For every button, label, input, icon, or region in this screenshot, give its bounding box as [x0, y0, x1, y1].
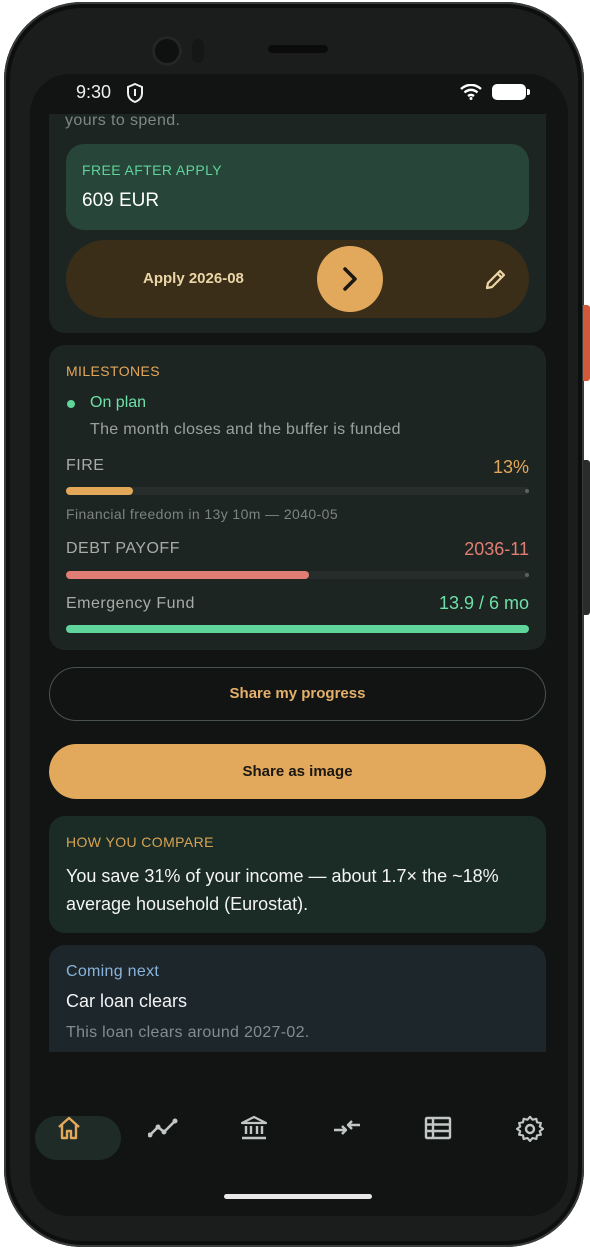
home-indicator[interactable]: [224, 1194, 372, 1199]
share-image-button[interactable]: Share as image: [49, 744, 546, 799]
status-dot: [67, 400, 75, 408]
earpiece-speaker: [268, 45, 328, 53]
apply-label: Apply 2026-08: [143, 270, 244, 287]
wifi-icon: [460, 83, 482, 105]
share-progress-label: Share my progress: [229, 685, 366, 702]
free-after-apply-value: 609 EUR: [82, 190, 160, 211]
debt-progress-fill: [66, 571, 310, 579]
shield-icon: [126, 82, 144, 108]
fire-label: FIRE: [66, 457, 105, 474]
status-time: 9:30: [76, 82, 112, 102]
power-button: [583, 305, 590, 381]
bottom-nav: [30, 1096, 568, 1164]
nav-transfers[interactable]: [315, 1106, 375, 1150]
coming-next-desc: This loan clears around 2027-02.: [66, 1024, 310, 1041]
emergency-progress-fill: [66, 625, 529, 633]
nav-trends[interactable]: [131, 1106, 191, 1150]
battery-icon: [492, 84, 530, 100]
compare-card: HOW YOU COMPARE You save 31% of your inc…: [49, 816, 546, 933]
fire-value: 13%: [492, 457, 529, 477]
camera-sensor: [192, 39, 204, 63]
front-camera: [152, 36, 182, 66]
fire-progress-track: [66, 487, 529, 495]
share-progress-button[interactable]: Share my progress: [49, 667, 546, 721]
status-bar: 9:30: [30, 74, 568, 114]
nav-home[interactable]: [35, 1106, 121, 1160]
home-icon: [58, 1116, 80, 1140]
trend-icon: [148, 1118, 178, 1138]
emergency-value: 13.9 / 6 mo: [438, 593, 529, 613]
debt-value: 2036-11: [464, 539, 529, 559]
free-after-apply-box: FREE AFTER APPLY 609 EUR: [66, 144, 529, 230]
apply-slider-handle[interactable]: [317, 246, 383, 312]
edit-pencil-icon[interactable]: [484, 267, 508, 296]
screen: 9:30 yours to spend. FREE AFTER APPLY 60…: [30, 74, 568, 1216]
nav-list[interactable]: [407, 1106, 467, 1150]
nav-settings[interactable]: [499, 1106, 559, 1150]
coming-next-title: Coming next: [66, 963, 160, 980]
coming-next-card[interactable]: Coming next Car loan clears This loan cl…: [49, 945, 546, 1052]
compare-title: HOW YOU COMPARE: [66, 834, 214, 850]
main-scroll[interactable]: yours to spend. FREE AFTER APPLY 609 EUR…: [30, 114, 568, 1052]
list-icon: [424, 1116, 452, 1140]
free-after-apply-label: FREE AFTER APPLY: [82, 162, 222, 178]
fire-progress-fill: [66, 487, 134, 495]
share-image-label: Share as image: [242, 763, 353, 780]
nav-accounts[interactable]: [223, 1106, 283, 1150]
debt-progress-endcap: [525, 573, 529, 577]
apply-slider[interactable]: Apply 2026-08: [66, 240, 529, 318]
settings-icon: [516, 1115, 544, 1142]
emergency-progress-track: [66, 625, 529, 633]
debt-progress-track: [66, 571, 529, 579]
milestones-title: MILESTONES: [66, 363, 160, 379]
fire-progress-endcap: [525, 489, 529, 493]
emergency-label: Emergency Fund: [66, 595, 195, 612]
debt-label: DEBT PAYOFF: [66, 540, 180, 557]
transfer-icon: [334, 1120, 360, 1135]
budget-intro: yours to spend.: [65, 114, 181, 129]
coming-next-headline: Car loan clears: [66, 991, 188, 1011]
phone-frame: 9:30 yours to spend. FREE AFTER APPLY 60…: [4, 2, 584, 1247]
compare-text: You save 31% of your income — about 1.7×…: [66, 866, 499, 914]
budget-card: yours to spend. FREE AFTER APPLY 609 EUR…: [49, 114, 546, 333]
volume-button: [583, 460, 590, 615]
milestones-card: MILESTONES On plan The month closes and …: [49, 345, 546, 650]
chevron-right-icon: [340, 264, 360, 299]
bank-icon: [240, 1115, 268, 1140]
fire-note: Financial freedom in 13y 10m — 2040-05: [66, 506, 339, 522]
milestones-status-desc: The month closes and the buffer is funde…: [90, 421, 401, 438]
milestones-status: On plan: [90, 394, 147, 411]
